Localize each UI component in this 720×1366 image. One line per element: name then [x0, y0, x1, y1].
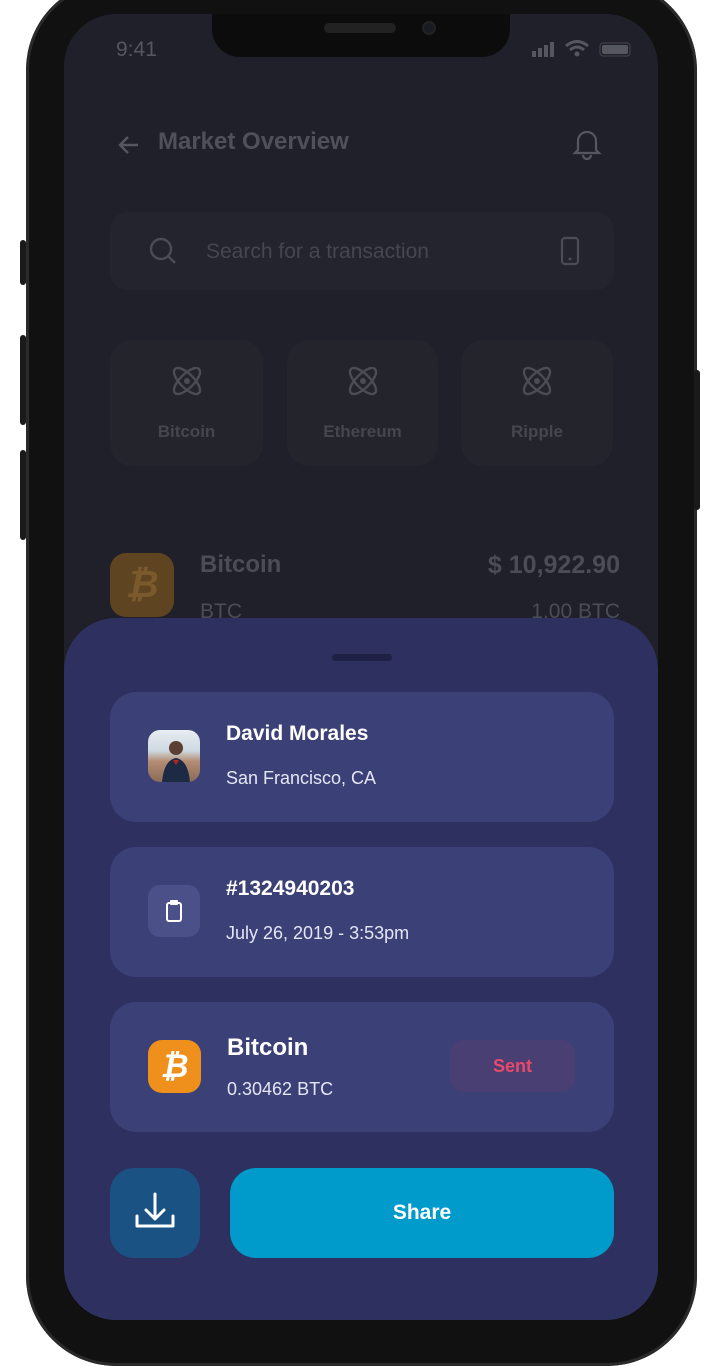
asset-price: $ 10,922.90: [487, 551, 620, 579]
download-button[interactable]: [110, 1168, 200, 1258]
coin-tile-label: Ripple: [511, 422, 563, 441]
mute-switch: [20, 240, 26, 285]
phone-icon[interactable]: [560, 236, 580, 266]
volume-up-button: [20, 335, 26, 425]
screen: 9:41 Market Overview Search for a transa…: [64, 14, 658, 1320]
coin-amount: 0.30462 BTC: [227, 1079, 334, 1099]
page-title: Market Overview: [158, 128, 349, 155]
download-icon: [135, 1192, 175, 1228]
user-card: David Morales San Francisco, CA: [110, 692, 614, 822]
volume-down-button: [20, 450, 26, 540]
bitcoin-logo-icon: ₿: [148, 1040, 201, 1093]
coin-tile-ethereum[interactable]: Ethereum: [287, 340, 438, 466]
avatar: [148, 730, 200, 782]
power-button: [694, 370, 700, 510]
clipboard-icon[interactable]: [148, 885, 200, 937]
arrow-left-icon[interactable]: [116, 132, 142, 158]
coin-tile-label: Ethereum: [323, 422, 402, 441]
coin-name: Bitcoin: [227, 1034, 309, 1061]
search-input[interactable]: Search for a transaction: [110, 212, 614, 290]
bitcoin-logo-icon: ₿: [110, 553, 174, 617]
asset-name: Bitcoin: [200, 551, 282, 578]
sheet-drag-handle[interactable]: [332, 654, 392, 661]
atom-icon: [348, 366, 377, 396]
transaction-sheet: David Morales San Francisco, CA #1324940…: [64, 618, 658, 1320]
transaction-card: #1324940203 July 26, 2019 - 3:53pm: [110, 847, 614, 977]
bell-icon[interactable]: [572, 128, 602, 160]
user-name: David Morales: [226, 722, 369, 745]
transaction-datetime: July 26, 2019 - 3:53pm: [226, 923, 410, 943]
coin-card: ₿ Bitcoin 0.30462 BTC Sent: [110, 1002, 614, 1132]
transaction-id: #1324940203: [226, 877, 355, 900]
coin-tile-ripple[interactable]: Ripple: [461, 340, 613, 466]
user-location: San Francisco, CA: [226, 768, 377, 788]
coin-tile-label: Bitcoin: [157, 422, 216, 441]
search-icon: [149, 237, 176, 264]
share-button[interactable]: Share: [230, 1168, 614, 1258]
status-time: 9:41: [116, 38, 157, 61]
atom-icon: [172, 366, 201, 396]
search-placeholder: Search for a transaction: [206, 240, 429, 263]
coin-tile-bitcoin[interactable]: Bitcoin: [110, 340, 263, 466]
notch: [212, 14, 510, 57]
status-badge: Sent: [450, 1040, 575, 1092]
status-icons: [532, 40, 631, 57]
atom-icon: [522, 366, 552, 396]
